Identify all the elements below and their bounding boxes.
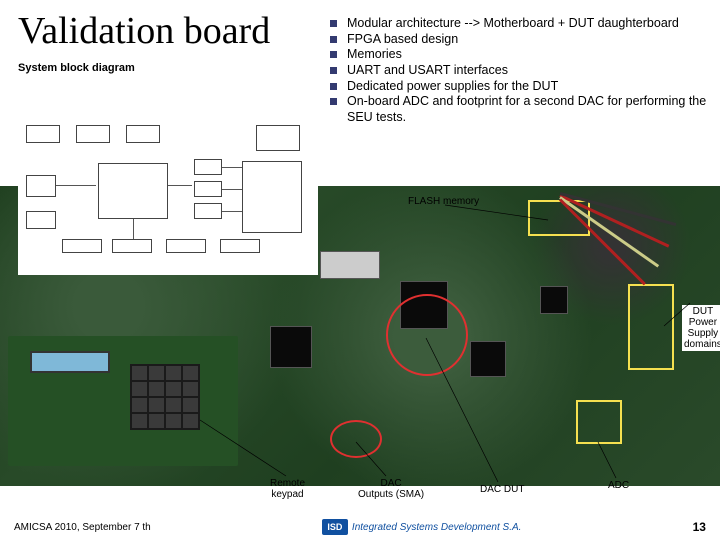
bullet-icon	[330, 20, 337, 27]
dac-outputs-label: DAC Outputs (SMA)	[358, 478, 424, 500]
remote-keypad-label: Remote keypad	[270, 478, 305, 500]
lcd-display	[30, 351, 110, 373]
dut-power-label: DUT Power Supply domains	[682, 305, 720, 351]
dut-power-annotation-box	[628, 284, 674, 370]
bullet-icon	[330, 51, 337, 58]
dac-output-annotation-circle	[330, 420, 382, 458]
bullet-list: Modular architecture --> Motherboard + D…	[330, 12, 708, 125]
adc-label: ADC	[608, 480, 629, 491]
logo-badge: ISD	[322, 519, 348, 535]
bullet-icon	[330, 36, 337, 43]
bullet-icon	[330, 98, 337, 105]
dac-dut-label: DAC DUT	[480, 484, 524, 495]
bullet-icon	[330, 67, 337, 74]
logo-text: Integrated Systems Development S.A.	[352, 522, 522, 533]
adc-annotation-box	[576, 400, 622, 444]
list-item: UART and USART interfaces	[330, 63, 708, 79]
bullet-text: Modular architecture --> Motherboard + D…	[347, 16, 679, 32]
list-item: FPGA based design	[330, 32, 708, 48]
slide-footer: AMICSA 2010, September 7 th ISD Integrat…	[0, 514, 720, 540]
flash-label: FLASH memory	[408, 196, 479, 207]
slide-subtitle: System block diagram	[18, 62, 318, 74]
bullet-text: Memories	[347, 47, 402, 63]
list-item: Dedicated power supplies for the DUT	[330, 79, 708, 95]
footer-left: AMICSA 2010, September 7 th	[14, 522, 151, 533]
bullet-text: UART and USART interfaces	[347, 63, 508, 79]
bullet-text: FPGA based design	[347, 32, 458, 48]
list-item: On-board ADC and footprint for a second …	[330, 94, 708, 125]
footer-logo: ISD Integrated Systems Development S.A.	[322, 519, 522, 535]
bullet-icon	[330, 83, 337, 90]
dac-dut-annotation-circle	[386, 294, 468, 376]
bullet-text: On-board ADC and footprint for a second …	[347, 94, 708, 125]
bullet-text: Dedicated power supplies for the DUT	[347, 79, 558, 95]
list-item: Memories	[330, 47, 708, 63]
page-number: 13	[693, 520, 706, 534]
slide-title: Validation board	[18, 12, 318, 52]
list-item: Modular architecture --> Motherboard + D…	[330, 16, 708, 32]
keypad	[130, 364, 200, 430]
system-block-diagram	[18, 115, 318, 275]
